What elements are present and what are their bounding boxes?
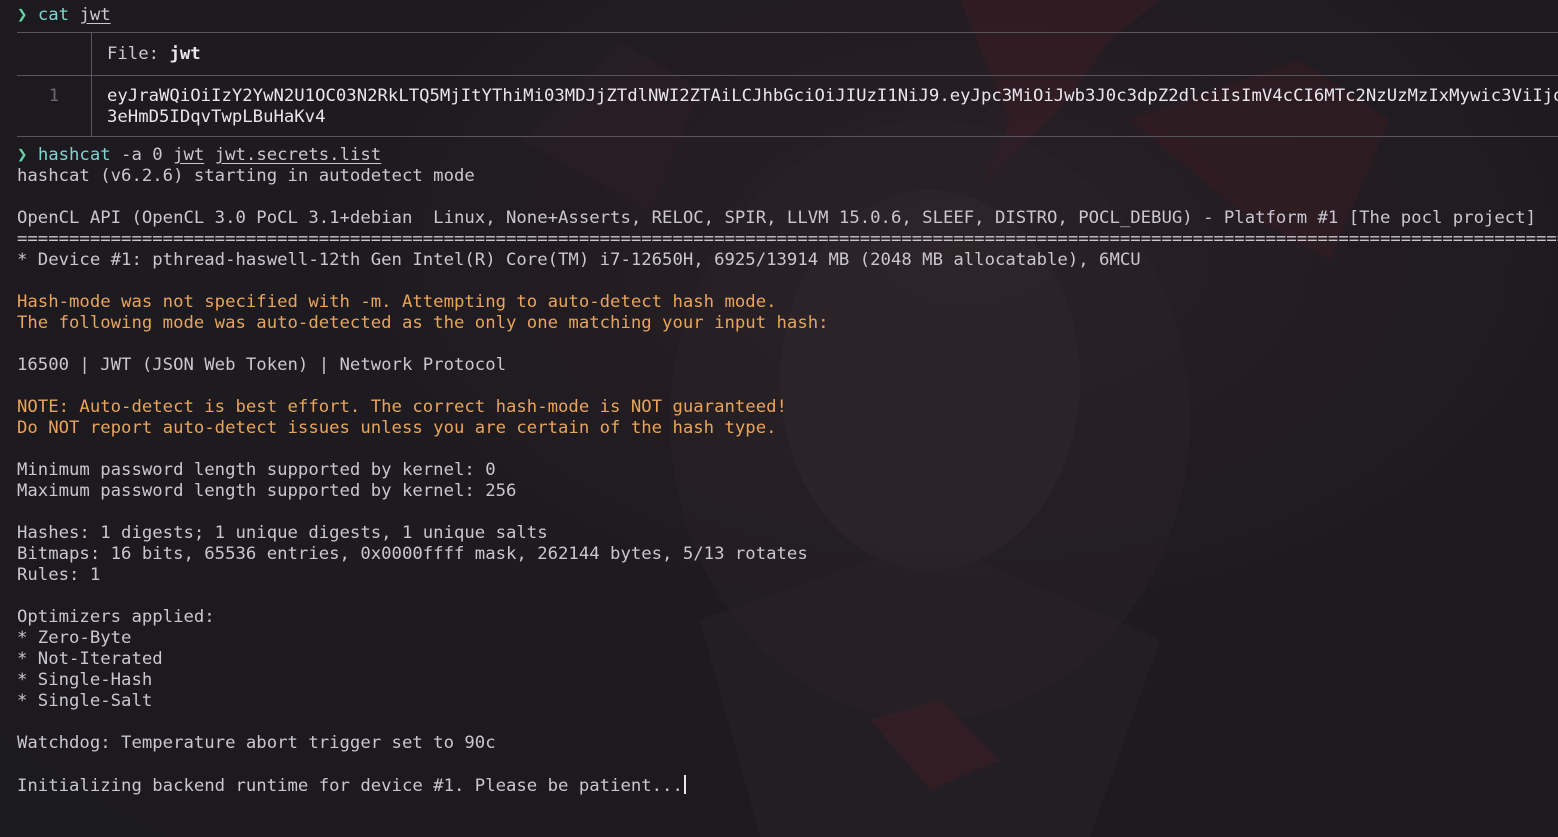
command-name: hashcat [37, 145, 111, 165]
output-device: * Device #1: pthread-haswell-12th Gen In… [17, 250, 1141, 270]
command-name: cat [37, 5, 70, 25]
command-arg-wordlist[interactable]: jwt.secrets.list [215, 145, 381, 165]
output-optimizer-item: * Zero-Byte [17, 628, 132, 648]
output-optimizers-title: Optimizers applied: [17, 607, 215, 627]
output-hashmode-warning-1: Hash-mode was not specified with -m. Att… [17, 292, 777, 312]
prompt-line-hashcat: ❯ hashcat -a 0 jwt jwt.secrets.list [17, 145, 1558, 166]
output-optimizer-item: * Single-Salt [17, 691, 153, 711]
file-line-wrap-1: eyJraWQiOiIzY2YwN2U1OC03N2RkLTQ5MjItYThi… [107, 86, 1558, 106]
prompt-line-cat: ❯ cat jwt [17, 5, 1558, 26]
output-optimizer-item: * Single-Hash [17, 670, 153, 690]
file-line-wrap-2: 3eHmD5IDqvTwpLBuHaKv4 [107, 107, 326, 127]
bat-file-label: File: [107, 44, 170, 64]
bat-body: 1 eyJraWQiOiIzY2YwN2U1OC03N2RkLTQ5MjItYT… [17, 76, 1558, 136]
output-init: Initializing backend runtime for device … [17, 776, 683, 796]
output-bitmaps: Bitmaps: 16 bits, 65536 entries, 0x0000f… [17, 544, 808, 564]
output-hashes: Hashes: 1 digests; 1 unique digests, 1 u… [17, 523, 548, 543]
line-number: 1 [17, 76, 92, 136]
terminal-window[interactable]: ❯ cat jwt File: jwt 1 eyJraWQiOiIzY2YwN2… [0, 0, 1558, 837]
bat-file-title: File: jwt [92, 33, 201, 75]
command-arg[interactable]: jwt [79, 5, 110, 25]
output-watchdog: Watchdog: Temperature abort trigger set … [17, 733, 496, 753]
output-optimizer-item: * Not-Iterated [17, 649, 163, 669]
output-note-1: NOTE: Auto-detect is best effort. The co… [17, 397, 787, 417]
prompt-symbol: ❯ [17, 145, 28, 165]
prompt-symbol: ❯ [17, 5, 28, 25]
output-note-2: Do NOT report auto-detect issues unless … [17, 418, 777, 438]
file-content: eyJraWQiOiIzY2YwN2U1OC03N2RkLTQ5MjItYThi… [92, 86, 1558, 128]
command-flags: -a 0 [110, 145, 174, 165]
output-max-password: Maximum password length supported by ker… [17, 481, 517, 501]
output-detected-mode: 16500 | JWT (JSON Web Token) | Network P… [17, 355, 506, 375]
output-min-password: Minimum password length supported by ker… [17, 460, 496, 480]
bat-header: File: jwt [17, 33, 1558, 76]
terminal-output: ❯ cat jwt File: jwt 1 eyJraWQiOiIzY2YwN2… [17, 5, 1558, 796]
output-separator: ========================================… [17, 229, 1558, 249]
text-cursor [683, 775, 686, 794]
bat-file-name: jwt [169, 44, 201, 64]
output-hashmode-warning-2: The following mode was auto-detected as … [17, 313, 829, 333]
output-rules: Rules: 1 [17, 565, 101, 585]
command-arg-jwt[interactable]: jwt [173, 145, 204, 165]
bat-gutter [17, 33, 92, 75]
output-start: hashcat (v6.2.6) starting in autodetect … [17, 166, 475, 186]
output-opencl: OpenCL API (OpenCL 3.0 PoCL 3.1+debian L… [17, 208, 1537, 228]
bat-file-viewer: File: jwt 1 eyJraWQiOiIzY2YwN2U1OC03N2Rk… [17, 32, 1558, 137]
output-init-line: Initializing backend runtime for device … [17, 775, 1558, 796]
